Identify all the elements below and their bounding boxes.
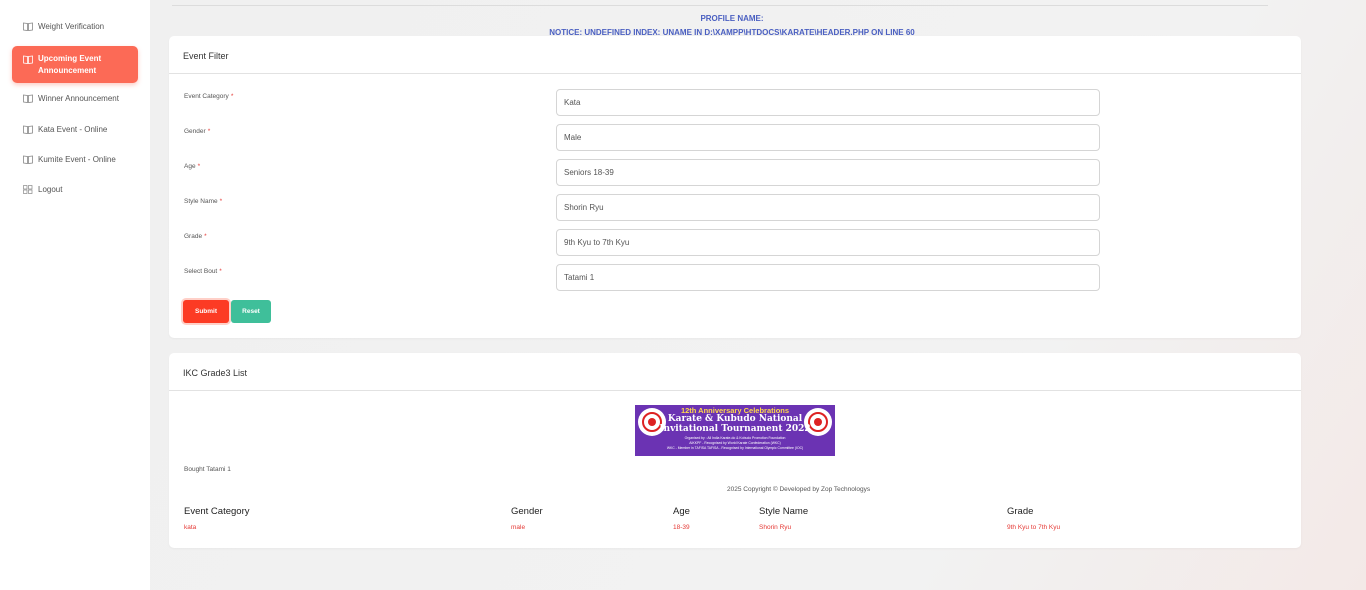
style-name-select[interactable]: Shorin Ryu <box>556 194 1100 221</box>
grade-select[interactable]: 9th Kyu to 7th Kyu <box>556 229 1100 256</box>
table-cell-event-category: kata <box>184 524 197 531</box>
event-category-label: Event Category * <box>184 93 234 100</box>
main-content: PROFILE NAME: NOTICE: UNDEFINED INDEX: U… <box>150 0 1366 590</box>
grid-icon <box>23 185 33 194</box>
copyright-text: 2025 Copyright © Developed by Zop Techno… <box>727 486 871 493</box>
column-header-age: Age <box>673 506 690 517</box>
column-header-gender: Gender <box>511 506 543 517</box>
ikc-grade3-list-card: IKC Grade3 List 12th Anniversary Celebra… <box>169 353 1301 548</box>
select-bout-label: Select Bout * <box>184 268 222 275</box>
banner-line-4: Organised by : All India Karate-do & Kob… <box>684 436 786 440</box>
sidebar-item-label: Upcoming Event Announcement <box>38 54 102 75</box>
banner-line-5: AIKKPF - Recognised by World Karate Conf… <box>689 441 781 445</box>
required-mark: * <box>207 128 211 135</box>
sidebar-item-label: Logout <box>38 185 63 194</box>
banner-line-3: Invitational Tournament 2022 <box>659 424 811 434</box>
banner-line-2: Karate & Kubudo National <box>667 414 803 424</box>
card-title: IKC Grade3 List <box>183 368 248 378</box>
header-divider <box>172 5 1268 6</box>
column-header-event-category: Event Category <box>184 506 250 517</box>
sidebar-item-kata-event[interactable]: Kata Event - Online <box>12 125 138 135</box>
book-icon <box>23 155 33 164</box>
table-cell-grade: 9th Kyu to 7th Kyu <box>1007 524 1061 531</box>
gender-select[interactable]: Male <box>556 124 1100 151</box>
card-divider <box>169 390 1301 391</box>
column-header-grade: Grade <box>1007 506 1034 517</box>
required-mark: * <box>204 233 207 240</box>
bought-text: Bought Tatami 1 <box>184 466 231 473</box>
reset-button[interactable]: Reset <box>231 300 271 323</box>
sidebar-item-winner-announcement[interactable]: Winner Announcement <box>12 94 138 104</box>
book-icon <box>23 125 33 134</box>
required-mark: * <box>230 93 234 100</box>
sidebar-item-upcoming-event[interactable]: Upcoming Event Announcement <box>12 46 138 83</box>
sidebar-item-weight-verification[interactable]: Weight Verification <box>12 22 138 32</box>
table-cell-age: 18-39 <box>673 524 690 531</box>
banner-line-6: WKC - Member in TAFISA TAFISA - Recognis… <box>666 446 804 450</box>
book-icon <box>23 22 33 31</box>
sidebar: Weight Verification Upcoming Event Annou… <box>0 0 150 590</box>
book-icon <box>23 55 33 64</box>
required-mark: * <box>197 163 201 170</box>
style-name-label: Style Name * <box>184 198 223 205</box>
card-divider <box>169 73 1301 74</box>
sidebar-item-label: Winner Announcement <box>38 94 119 103</box>
book-icon <box>23 94 33 103</box>
age-select[interactable]: Seniors 18-39 <box>556 159 1100 186</box>
sidebar-item-label: Kumite Event - Online <box>38 155 116 164</box>
table-cell-gender: male <box>511 524 526 531</box>
sidebar-item-kumite-event[interactable]: Kumite Event - Online <box>12 155 138 165</box>
required-mark: * <box>219 198 223 205</box>
event-category-select[interactable]: Kata <box>556 89 1100 116</box>
sidebar-item-label: Kata Event - Online <box>38 125 108 134</box>
table-cell-style-name: Shorin Ryu <box>759 524 792 531</box>
grade-label: Grade * <box>184 233 207 240</box>
gender-label: Gender * <box>184 128 211 135</box>
event-filter-card: Event Filter Event Category * Kata Gender… <box>169 36 1301 338</box>
required-mark: * <box>219 268 222 275</box>
sidebar-item-logout[interactable]: Logout <box>12 185 138 195</box>
submit-button[interactable]: Submit <box>183 300 229 323</box>
tournament-banner: 12th Anniversary Celebrations Karate & K… <box>635 405 835 456</box>
sidebar-item-label: Weight Verification <box>38 22 105 31</box>
select-bout-select[interactable]: Tatami 1 <box>556 264 1100 291</box>
column-header-style-name: Style Name <box>759 506 809 517</box>
profile-name: PROFILE NAME: <box>700 14 764 23</box>
card-title: Event Filter <box>183 51 229 61</box>
age-label: Age * <box>184 163 201 170</box>
